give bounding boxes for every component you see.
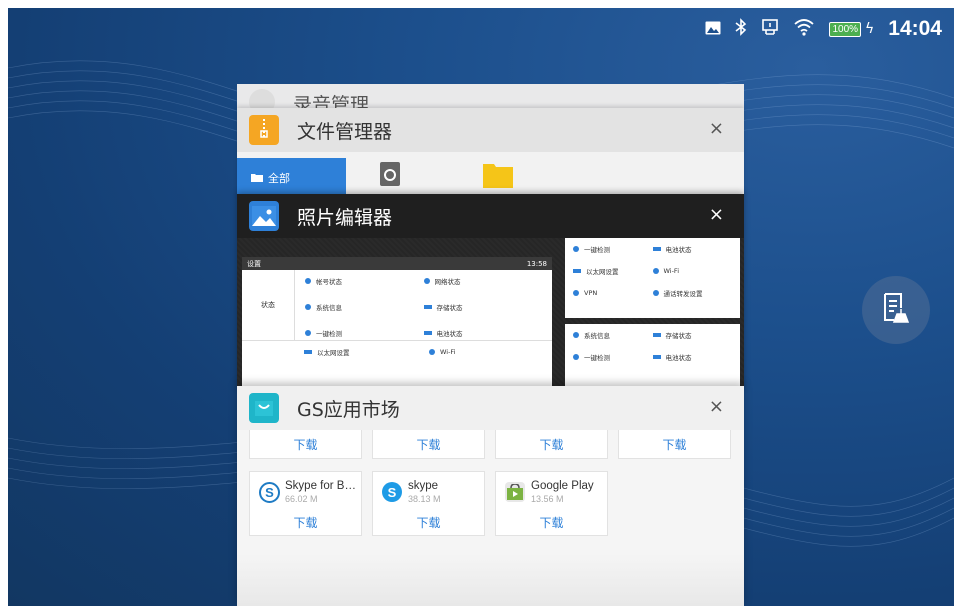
- preview-item: 电池状态: [652, 244, 733, 254]
- recent-card-file-manager[interactable]: 文件管理器 × 全部: [237, 108, 744, 198]
- app-store-app-icon: [249, 393, 279, 423]
- card-bottom-fade: [237, 554, 744, 606]
- preview-item: 电池状态: [423, 328, 543, 338]
- close-icon[interactable]: ×: [709, 396, 724, 417]
- gallery-icon: [705, 20, 721, 39]
- preview-item: 存储状态: [652, 330, 733, 340]
- battery-indicator: 100%: [829, 21, 862, 37]
- tab-label: 全部: [268, 172, 290, 185]
- settings-screenshot-preview-3: 系统信息 存储状态 一键检测 电池状态: [565, 324, 740, 390]
- preview-item: Wi-Fi: [429, 347, 456, 357]
- download-button: 下载: [249, 430, 362, 459]
- folder-icon: [483, 162, 513, 192]
- preview-item: 一键检测: [573, 244, 653, 254]
- preview-time: 13:58: [526, 259, 547, 268]
- sd-card-icon: [380, 162, 400, 190]
- app-name: Skype for Bus...: [285, 480, 359, 492]
- download-button: 下载: [372, 430, 485, 459]
- preview-item: 以太网设置: [573, 266, 653, 276]
- file-tab-all: 全部: [237, 158, 346, 198]
- card-title: 照片编辑器: [297, 206, 393, 229]
- app-tile-skype: S skype 38.13 M 下载: [372, 471, 485, 536]
- card-preview: 下载 下载 下载 下载 S Skype for Bus... 66.02 M 下…: [237, 430, 744, 606]
- preview-item: 通话转发设置: [652, 288, 733, 298]
- app-size: 66.02 M: [285, 494, 318, 504]
- skype-business-icon: S: [259, 482, 280, 503]
- app-tile-skype-business: S Skype for Bus... 66.02 M 下载: [249, 471, 362, 536]
- app-size: 13.56 M: [531, 494, 564, 504]
- charging-icon: ϟ: [865, 21, 875, 37]
- card-title: 文件管理器: [297, 120, 393, 143]
- close-icon[interactable]: ×: [709, 204, 724, 225]
- download-button: 下载: [618, 430, 731, 459]
- recent-card-app-store[interactable]: GS应用市场 × 下载 下载 下载 下载 S Skype for Bus... …: [237, 386, 744, 606]
- card-preview: 设置 13:58 状态 帐号状态 网络状态 系统信息 存储状态 一键检测 电池状…: [237, 238, 744, 390]
- file-manager-app-icon: [249, 115, 279, 145]
- folder-icon: [251, 172, 263, 185]
- preview-item: 一键检测: [305, 328, 424, 338]
- card-title: GS应用市场: [297, 398, 400, 421]
- app-name: Google Play: [531, 480, 594, 492]
- settings-screenshot-preview: 设置 13:58 状态 帐号状态 网络状态 系统信息 存储状态 一键检测 电池状…: [242, 257, 552, 390]
- preview-item: 存储状态: [423, 302, 543, 312]
- close-icon[interactable]: ×: [709, 118, 724, 139]
- preview-item: 网络状态: [423, 276, 543, 286]
- preview-item: 以太网设置: [304, 347, 429, 357]
- status-bar: 100% ϟ 14:04: [705, 16, 942, 42]
- app-size: 38.13 M: [408, 494, 441, 504]
- download-button: 下载: [539, 516, 564, 530]
- card-header: 照片编辑器 ×: [237, 194, 744, 238]
- app-name: skype: [408, 480, 439, 492]
- preview-title: 设置: [247, 259, 261, 268]
- preview-section: 状态: [242, 270, 295, 340]
- preview-item: 系统信息: [573, 330, 653, 340]
- download-button: 下载: [416, 516, 441, 530]
- card-header: GS应用市场 ×: [237, 386, 744, 430]
- clock: 14:04: [888, 17, 942, 40]
- bluetooth-icon: [735, 18, 747, 40]
- preview-item: Wi-Fi: [652, 266, 733, 276]
- recent-card-photo-editor[interactable]: 照片编辑器 × 设置 13:58 状态 帐号状态 网络状态 系统信息 存储状态 …: [237, 194, 744, 390]
- preview-status-bar: 设置 13:58: [242, 257, 552, 270]
- download-button: 下载: [495, 430, 608, 459]
- app-tile-google-play: Google Play 13.56 M 下载: [495, 471, 608, 536]
- clear-all-button[interactable]: [862, 276, 930, 344]
- preview-item: VPN: [573, 288, 653, 298]
- google-play-icon: [505, 482, 525, 502]
- recent-apps-screen: 100% ϟ 14:04 录音管理 文件管理器 × 全部 照片编辑器 × 设置 …: [8, 8, 954, 606]
- ethernet-icon: [761, 18, 779, 40]
- preview-item: 帐号状态: [305, 276, 424, 286]
- photo-editor-app-icon: [249, 201, 279, 231]
- settings-screenshot-preview-2: 一键检测 电池状态 以太网设置 Wi-Fi VPN 通话转发设置: [565, 238, 740, 318]
- skype-icon: S: [382, 482, 402, 502]
- card-preview: 全部: [237, 152, 744, 198]
- preview-item: 系统信息: [305, 302, 424, 312]
- wifi-icon: [793, 18, 815, 40]
- card-header: 文件管理器 ×: [237, 108, 744, 152]
- clear-all-icon: [881, 292, 911, 328]
- download-button: 下载: [293, 516, 318, 530]
- preview-item: 一键检测: [573, 352, 653, 362]
- preview-item: 电池状态: [652, 352, 733, 362]
